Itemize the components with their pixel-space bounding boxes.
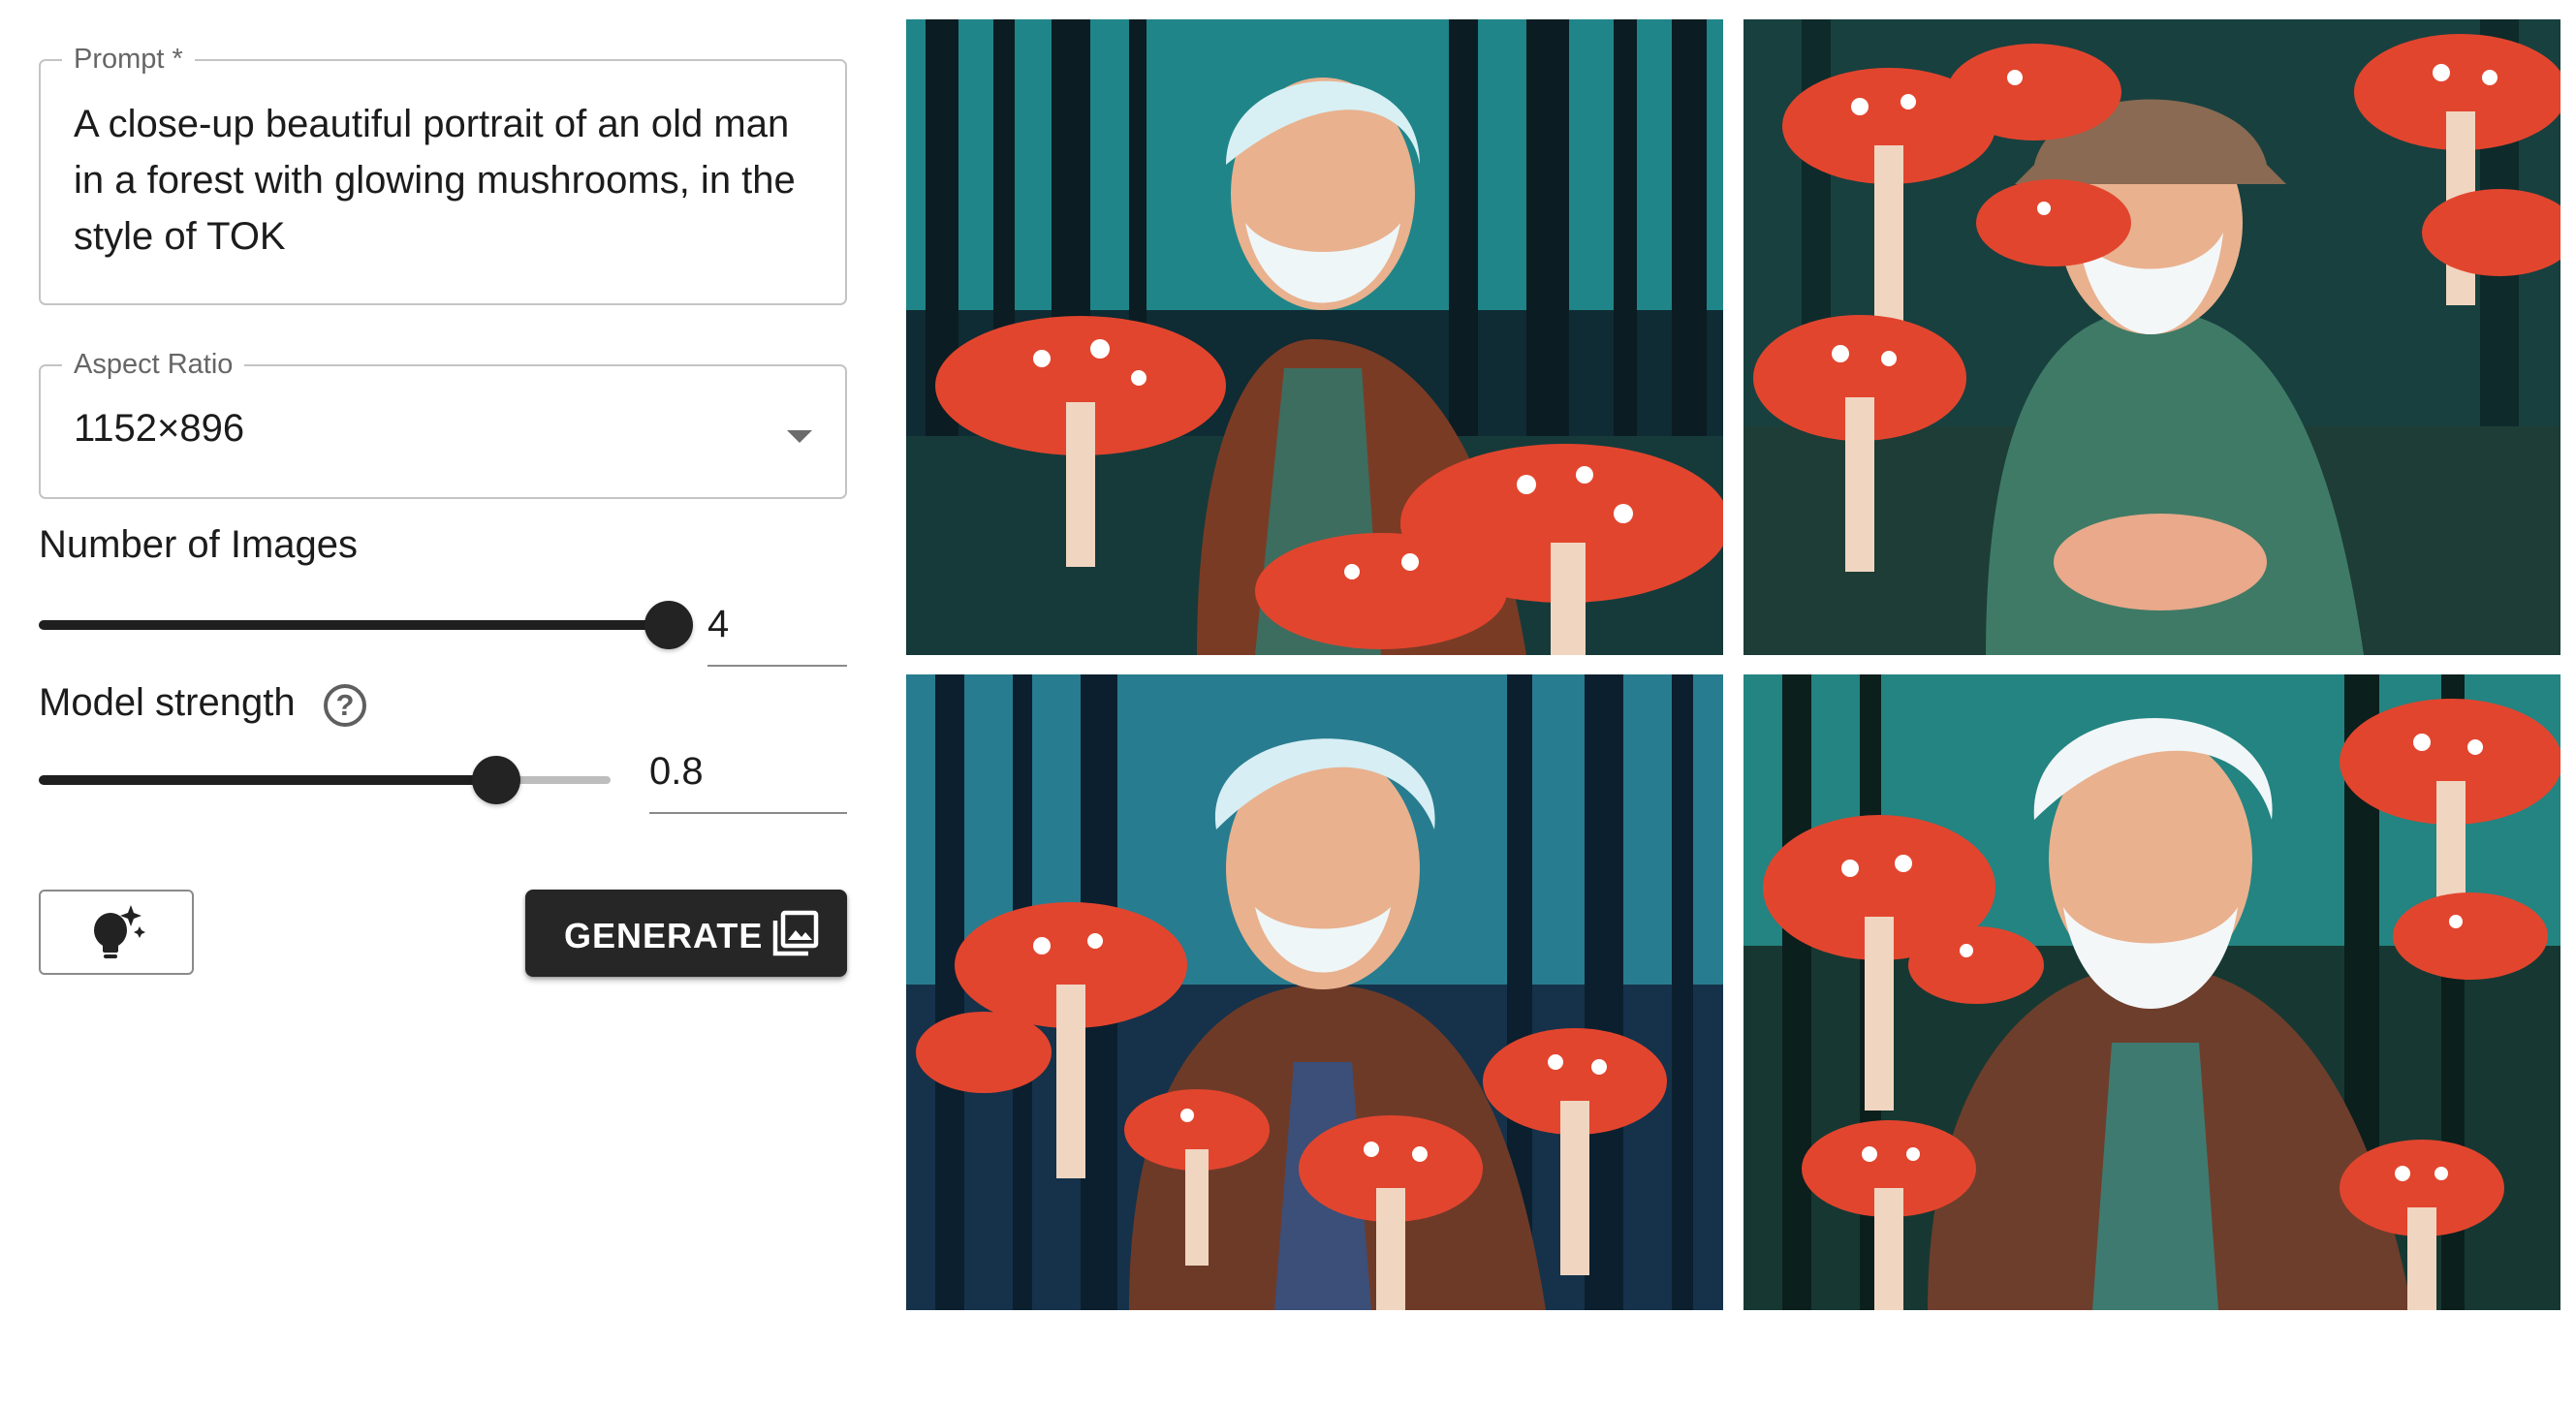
slider-track [39,620,669,630]
number-of-images-label: Number of Images [39,523,359,566]
image-illustration [906,19,1723,655]
chevron-down-icon[interactable] [787,430,812,443]
image-illustration [1744,674,2560,1310]
slider-thumb[interactable] [472,756,520,804]
model-strength-slider[interactable] [39,756,611,804]
generate-button[interactable]: GENERATE [525,890,847,977]
image-illustration [906,674,1723,1310]
model-strength-label: Model strength [39,681,296,724]
generated-image-4[interactable] [1744,674,2560,1310]
slider-thumb[interactable] [644,601,693,649]
generated-image-3[interactable] [906,674,1723,1310]
prompt-field[interactable]: Prompt * A close-up beautiful portrait o… [39,42,847,305]
prompt-input[interactable]: A close-up beautiful portrait of an old … [74,96,812,265]
question-circle-icon[interactable]: ? [324,684,366,727]
idea-button[interactable] [39,890,194,975]
generated-image-2[interactable] [1744,19,2560,655]
image-illustration [1744,19,2560,655]
number-of-images-slider[interactable] [39,601,693,649]
aspect-ratio-select[interactable]: Aspect Ratio 1152×896 [39,347,847,499]
generate-button-label: GENERATE [564,916,764,955]
aspect-ratio-label: Aspect Ratio [62,347,245,382]
prompt-label: Prompt * [62,42,195,77]
lightbulb-sparkle-icon [94,905,145,958]
number-of-images-input[interactable]: 4 [707,601,847,667]
aspect-ratio-value: 1152×896 [74,407,245,450]
model-strength-input[interactable]: 0.8 [649,748,847,814]
image-collection-icon [772,910,819,956]
generated-image-1[interactable] [906,19,1723,655]
slider-track [39,775,496,785]
